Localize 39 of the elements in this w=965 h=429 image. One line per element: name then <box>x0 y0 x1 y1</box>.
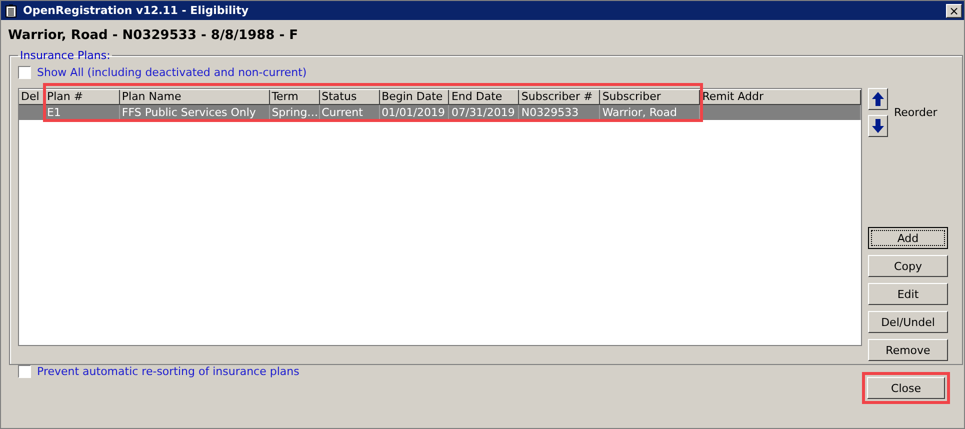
up-arrow-icon <box>872 92 884 106</box>
column-header[interactable]: Del <box>19 90 45 105</box>
action-button[interactable]: Add <box>868 227 948 249</box>
window-title: OpenRegistration v12.11 - Eligibility <box>23 4 250 17</box>
checkbox-label[interactable]: Prevent automatic re-sorting of insurance plans <box>37 365 300 378</box>
group-title: Insurance Plans: <box>19 49 112 62</box>
action-button[interactable]: Del/Undel <box>868 311 948 333</box>
action-button[interactable]: Remove <box>868 339 948 361</box>
column-header[interactable]: Plan # <box>44 90 120 105</box>
column-header[interactable]: Begin Date <box>380 90 450 105</box>
table-cell: Warrior, Road <box>600 105 700 120</box>
column-header[interactable]: Remit Addr <box>700 90 861 105</box>
column-header[interactable]: Subscriber # <box>519 90 600 105</box>
close-dialog-button[interactable]: Close <box>867 377 945 399</box>
column-header[interactable]: End Date <box>449 90 520 105</box>
reorder-label: Reorder <box>894 106 938 119</box>
close-button[interactable]: × <box>946 4 962 18</box>
table-cell: E1 <box>44 105 120 120</box>
down-arrow-icon <box>872 119 884 133</box>
table-cell: Spring… <box>270 105 320 120</box>
column-header[interactable]: Term <box>270 90 320 105</box>
move-down-button[interactable] <box>868 115 888 137</box>
table-cell: FFS Public Services Only <box>120 105 270 120</box>
table-cell: 07/31/2019 <box>449 105 520 120</box>
column-header[interactable]: Plan Name <box>120 90 270 105</box>
table-cell: N0329533 <box>519 105 600 120</box>
checkbox-label[interactable]: Show All (including deactivated and non-current) <box>37 66 307 79</box>
action-button[interactable]: Edit <box>868 283 948 305</box>
table-row[interactable]: E1 FFS Public Services Only Spring… Current 01/01/2019 07/31/2019 N0329533 Warrior, Road <box>19 105 861 120</box>
table-cell: 01/01/2019 <box>380 105 450 120</box>
move-up-button[interactable] <box>868 88 888 110</box>
column-header[interactable]: Subscriber <box>600 90 700 105</box>
action-button[interactable]: Copy <box>868 255 948 277</box>
patient-header: Warrior, Road - N0329533 - 8/8/1988 - F <box>7 27 300 45</box>
column-header[interactable]: Status <box>320 90 380 105</box>
document-icon <box>5 4 17 18</box>
table-cell: Current <box>320 105 380 120</box>
checkbox[interactable] <box>18 66 31 79</box>
checkbox[interactable] <box>18 365 31 378</box>
